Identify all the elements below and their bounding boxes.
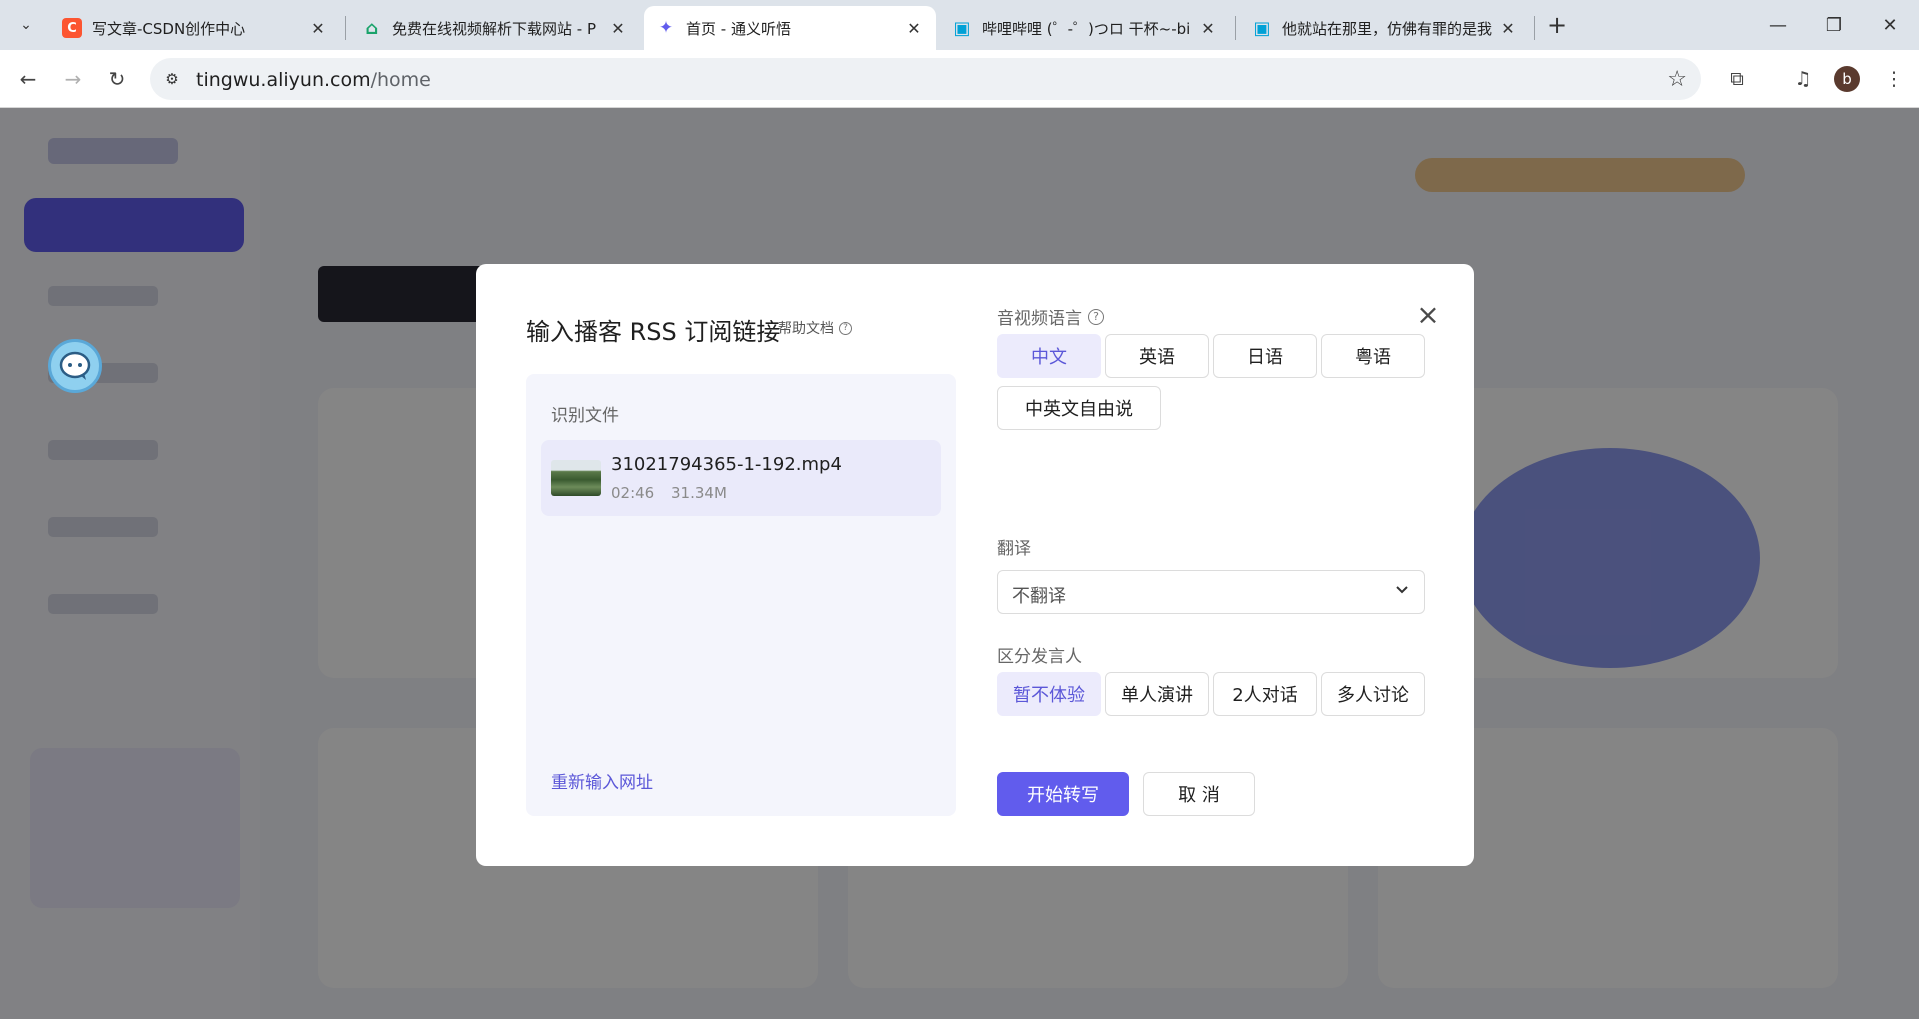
tab-tingwu[interactable]: ✦ 首页 - 通义听悟 ✕ bbox=[644, 6, 936, 50]
language-option-english[interactable]: 英语 bbox=[1105, 334, 1209, 378]
tab-title: 写文章-CSDN创作中心 bbox=[92, 19, 246, 38]
url-path: /home bbox=[370, 69, 431, 91]
reload-icon[interactable]: ↻ bbox=[101, 63, 133, 95]
start-transcription-button[interactable]: 开始转写 bbox=[997, 772, 1129, 816]
tab-bilibili-1[interactable]: ▣ 哔哩哔哩 (゜-゜)つロ 干杯~-bi ✕ bbox=[940, 6, 1230, 50]
media-playlist-icon[interactable]: ♫ bbox=[1787, 63, 1819, 95]
profile-avatar[interactable]: b bbox=[1834, 66, 1860, 92]
file-meta: 02:46 31.34M bbox=[611, 484, 739, 502]
dialog-title: 输入播客 RSS 订阅链接 bbox=[526, 318, 781, 346]
cancel-button[interactable]: 取 消 bbox=[1143, 772, 1255, 816]
question-circle-icon[interactable]: ? bbox=[1088, 308, 1104, 325]
language-option-mixed[interactable]: 中英文自由说 bbox=[997, 386, 1161, 430]
chat-bubble-icon bbox=[59, 351, 91, 380]
close-tab-icon[interactable]: ✕ bbox=[1498, 18, 1518, 38]
close-dialog-button[interactable]: × bbox=[1412, 298, 1444, 331]
file-name: 31021794365-1-192.mp4 bbox=[611, 454, 842, 475]
speaker-option-two[interactable]: 2人对话 bbox=[1213, 672, 1317, 716]
file-list-item: 31021794365-1-192.mp4 02:46 31.34M bbox=[541, 440, 941, 516]
site-settings-icon[interactable]: ⚙ bbox=[162, 69, 182, 89]
chatbot-assistant-icon[interactable] bbox=[48, 339, 102, 393]
tab-separator bbox=[345, 16, 346, 40]
extensions-puzzle-icon[interactable]: ⧉ bbox=[1721, 63, 1753, 95]
minimize-icon[interactable]: — bbox=[1750, 0, 1806, 50]
rss-import-dialog: 输入播客 RSS 订阅链接 帮助文档 ? × 识别文件 31021794365-… bbox=[476, 264, 1474, 866]
house-icon: ⌂ bbox=[365, 17, 379, 39]
tab-list-chevron-icon[interactable]: ⌄ bbox=[10, 9, 42, 41]
close-window-icon[interactable]: ✕ bbox=[1862, 0, 1918, 50]
language-section-label: 音视频语言 ? bbox=[997, 304, 1104, 329]
translation-select[interactable]: 不翻译 bbox=[997, 570, 1425, 614]
translation-section-label: 翻译 bbox=[997, 539, 1031, 559]
bilibili-icon: ▣ bbox=[953, 17, 971, 39]
file-duration: 02:46 bbox=[611, 484, 655, 502]
language-option-chinese[interactable]: 中文 bbox=[997, 334, 1101, 378]
help-docs-label: 帮助文档 bbox=[778, 321, 834, 337]
tingwu-icon: ✦ bbox=[658, 18, 674, 38]
close-tab-icon[interactable]: ✕ bbox=[308, 18, 328, 38]
more-menu-icon[interactable]: ⋮ bbox=[1878, 63, 1910, 95]
speaker-option-multi[interactable]: 多人讨论 bbox=[1321, 672, 1425, 716]
file-size: 31.34M bbox=[671, 484, 727, 502]
address-bar[interactable]: ⚙ tingwu.aliyun.com/home ☆ bbox=[150, 58, 1701, 100]
language-label: 音视频语言 bbox=[997, 309, 1082, 329]
language-option-japanese[interactable]: 日语 bbox=[1213, 334, 1317, 378]
browser-toolbar: ← → ↻ ⚙ tingwu.aliyun.com/home ☆ ⧉ ♫ ⋮ bbox=[0, 50, 1919, 108]
tab-title: 他就站在那里，仿佛有罪的是我 bbox=[1282, 19, 1492, 38]
translation-value: 不翻译 bbox=[1012, 586, 1066, 607]
tab-separator bbox=[1534, 16, 1535, 40]
tab-title: 免费在线视频解析下载网站 - P bbox=[392, 19, 596, 38]
language-option-cantonese[interactable]: 粤语 bbox=[1321, 334, 1425, 378]
reenter-url-link[interactable]: 重新输入网址 bbox=[551, 768, 653, 793]
video-thumbnail bbox=[551, 460, 601, 496]
speaker-option-single[interactable]: 单人演讲 bbox=[1105, 672, 1209, 716]
question-circle-icon: ? bbox=[839, 321, 852, 335]
url-host: tingwu.aliyun.com bbox=[196, 69, 371, 91]
back-arrow-icon[interactable]: ← bbox=[12, 63, 44, 95]
restore-window-icon[interactable]: ❐ bbox=[1806, 0, 1862, 50]
recognized-file-label: 识别文件 bbox=[551, 406, 619, 426]
close-tab-icon[interactable]: ✕ bbox=[608, 18, 628, 38]
tab-title: 首页 - 通义听悟 bbox=[686, 19, 791, 38]
tab-video-parser[interactable]: ⌂ 免费在线视频解析下载网站 - P ✕ bbox=[350, 6, 640, 50]
recognized-file-panel: 识别文件 31021794365-1-192.mp4 02:46 31.34M … bbox=[526, 374, 956, 816]
url-text: tingwu.aliyun.com/home bbox=[196, 69, 431, 91]
tab-title: 哔哩哔哩 (゜-゜)つロ 干杯~-bi bbox=[982, 19, 1191, 38]
csdn-icon: C bbox=[62, 18, 82, 38]
help-docs-link[interactable]: 帮助文档 ? bbox=[778, 318, 852, 338]
browser-tab-bar: ⌄ C 写文章-CSDN创作中心 ✕ ⌂ 免费在线视频解析下载网站 - P ✕ … bbox=[0, 0, 1919, 50]
speaker-option-skip[interactable]: 暂不体验 bbox=[997, 672, 1101, 716]
bookmark-star-icon[interactable]: ☆ bbox=[1667, 67, 1687, 92]
close-tab-icon[interactable]: ✕ bbox=[904, 18, 924, 38]
forward-arrow-icon[interactable]: → bbox=[57, 63, 89, 95]
tab-bilibili-2[interactable]: ▣ 他就站在那里，仿佛有罪的是我 ✕ bbox=[1240, 6, 1530, 50]
tab-separator bbox=[1235, 16, 1236, 40]
bilibili-icon: ▣ bbox=[1253, 17, 1271, 39]
new-tab-plus-icon[interactable]: + bbox=[1541, 9, 1573, 41]
close-tab-icon[interactable]: ✕ bbox=[1198, 18, 1218, 38]
chevron-down-icon bbox=[1394, 581, 1410, 601]
speaker-section-label: 区分发言人 bbox=[997, 647, 1082, 667]
tab-csdn[interactable]: C 写文章-CSDN创作中心 ✕ bbox=[50, 6, 340, 50]
